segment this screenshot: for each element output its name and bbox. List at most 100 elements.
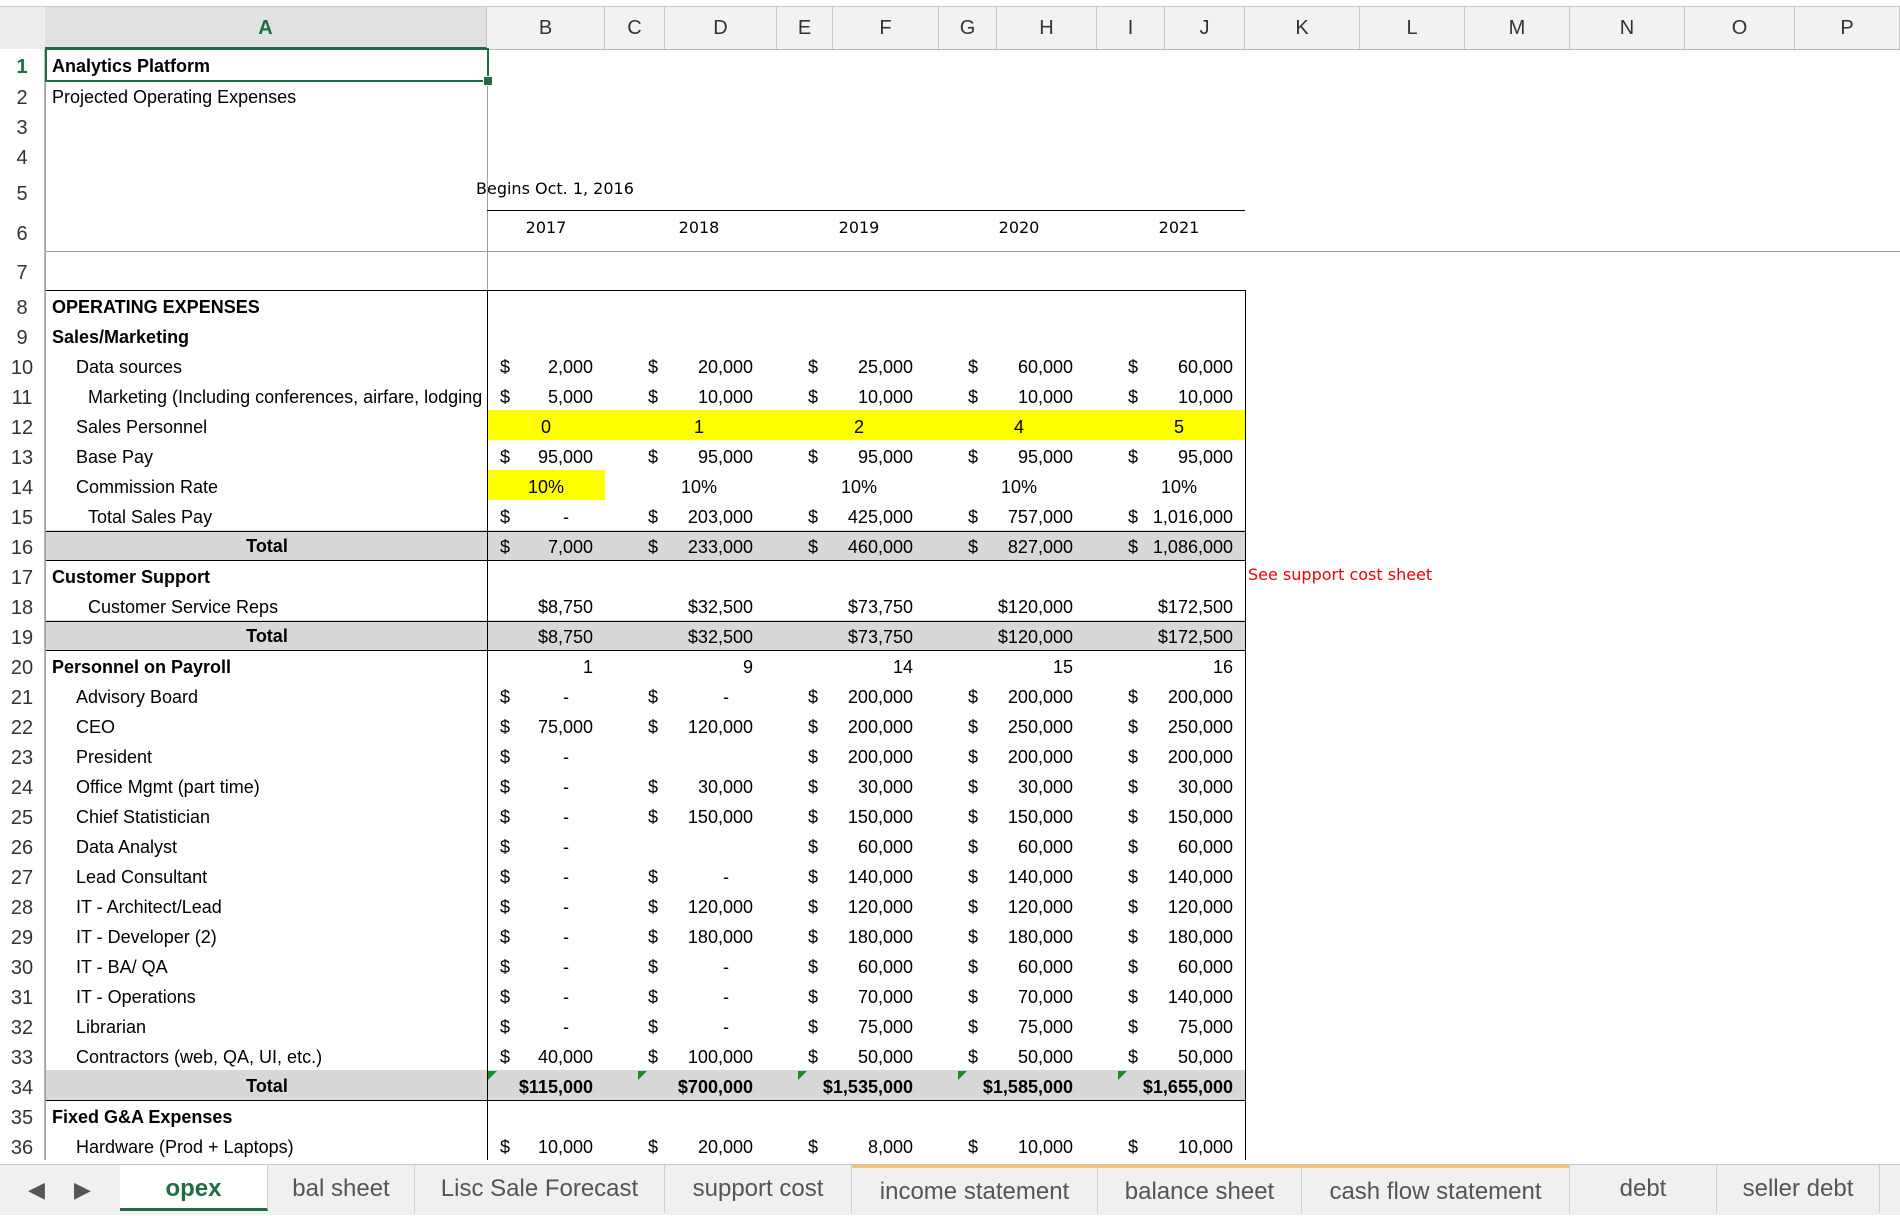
- value-cell[interactable]: 180,000: [783, 920, 913, 950]
- value-cell[interactable]: 16: [1083, 650, 1233, 680]
- column-header-c[interactable]: C: [605, 7, 665, 49]
- commission-rate[interactable]: 10%: [809, 470, 909, 500]
- value-cell[interactable]: 60,000: [783, 830, 913, 860]
- sheet-tab-debt[interactable]: debt: [1570, 1165, 1717, 1213]
- row-header-22[interactable]: 22: [0, 710, 45, 740]
- value-cell[interactable]: 140,000: [1103, 860, 1233, 890]
- column-header-j[interactable]: J: [1165, 7, 1245, 49]
- sales-personnel-count[interactable]: 0: [496, 410, 596, 440]
- next-sheet-icon[interactable]: ▶: [74, 1177, 91, 1203]
- value-cell[interactable]: 150,000: [943, 800, 1073, 830]
- row-header-19[interactable]: 19: [0, 620, 45, 650]
- value-cell[interactable]: $1,585,000: [923, 1070, 1073, 1100]
- value-cell[interactable]: 5,000: [463, 380, 593, 410]
- value-cell[interactable]: 10,000: [623, 380, 753, 410]
- value-cell[interactable]: 60,000: [1103, 950, 1233, 980]
- value-cell[interactable]: 150,000: [623, 800, 753, 830]
- value-cell[interactable]: 200,000: [943, 680, 1073, 710]
- value-cell[interactable]: 250,000: [1103, 710, 1233, 740]
- column-header-b[interactable]: B: [487, 7, 605, 49]
- value-cell[interactable]: 757,000: [943, 500, 1073, 530]
- value-cell[interactable]: 20,000: [623, 350, 753, 380]
- row-header-20[interactable]: 20: [0, 650, 45, 680]
- value-cell[interactable]: 25,000: [783, 350, 913, 380]
- value-cell[interactable]: 75,000: [463, 710, 593, 740]
- value-cell[interactable]: 200,000: [783, 740, 913, 770]
- value-cell[interactable]: 75,000: [783, 1010, 913, 1040]
- value-cell[interactable]: 200,000: [783, 710, 913, 740]
- value-cell[interactable]: -: [439, 500, 569, 530]
- row-header-8[interactable]: 8: [0, 290, 45, 320]
- sheet-tab-balance-sheet[interactable]: balance sheet: [1098, 1165, 1302, 1213]
- value-cell[interactable]: $1,655,000: [1083, 1070, 1233, 1100]
- sheet-tab-bal-sheet[interactable]: bal sheet: [268, 1165, 415, 1213]
- value-cell[interactable]: 460,000: [783, 530, 913, 560]
- column-header-l[interactable]: L: [1360, 7, 1465, 49]
- row-header-23[interactable]: 23: [0, 740, 45, 770]
- column-header-m[interactable]: M: [1465, 7, 1570, 49]
- column-header-n[interactable]: N: [1570, 7, 1685, 49]
- commission-rate[interactable]: 10%: [1129, 470, 1229, 500]
- value-cell[interactable]: $73,750: [763, 590, 913, 620]
- value-cell[interactable]: $73,750: [763, 620, 913, 650]
- value-cell[interactable]: -: [599, 950, 729, 980]
- row-header-36[interactable]: 36: [0, 1130, 45, 1160]
- value-cell[interactable]: 140,000: [783, 860, 913, 890]
- sheet-tab-income-statement[interactable]: income statement: [852, 1165, 1098, 1213]
- value-cell[interactable]: 140,000: [943, 860, 1073, 890]
- value-cell[interactable]: -: [439, 890, 569, 920]
- value-cell[interactable]: 95,000: [1103, 440, 1233, 470]
- row-header-34[interactable]: 34: [0, 1070, 45, 1100]
- row-header-28[interactable]: 28: [0, 890, 45, 920]
- row-header-21[interactable]: 21: [0, 680, 45, 710]
- column-header-h[interactable]: H: [997, 7, 1097, 49]
- value-cell[interactable]: 120,000: [783, 890, 913, 920]
- value-cell[interactable]: 150,000: [783, 800, 913, 830]
- value-cell[interactable]: 180,000: [623, 920, 753, 950]
- value-cell[interactable]: 30,000: [1103, 770, 1233, 800]
- column-header-k[interactable]: K: [1245, 7, 1360, 49]
- column-header-d[interactable]: D: [665, 7, 777, 49]
- column-header-e[interactable]: E: [777, 7, 833, 49]
- sheet-tab-lisc-sale-forecast[interactable]: Lisc Sale Forecast: [415, 1165, 665, 1213]
- value-cell[interactable]: 30,000: [943, 770, 1073, 800]
- value-cell[interactable]: -: [439, 680, 569, 710]
- sheet-tab-cash-flow-statement[interactable]: cash flow statement: [1302, 1165, 1570, 1213]
- row-header-2[interactable]: 2: [0, 80, 45, 110]
- value-cell[interactable]: 120,000: [1103, 890, 1233, 920]
- value-cell[interactable]: -: [439, 830, 569, 860]
- row-header-7[interactable]: 7: [0, 251, 45, 290]
- value-cell[interactable]: -: [439, 800, 569, 830]
- sales-personnel-count[interactable]: 4: [969, 410, 1069, 440]
- value-cell[interactable]: -: [439, 740, 569, 770]
- value-cell[interactable]: -: [599, 1010, 729, 1040]
- row-header-33[interactable]: 33: [0, 1040, 45, 1070]
- column-header-g[interactable]: G: [939, 7, 997, 49]
- row-header-29[interactable]: 29: [0, 920, 45, 950]
- value-cell[interactable]: $32,500: [603, 590, 753, 620]
- select-all-corner[interactable]: [0, 7, 46, 49]
- value-cell[interactable]: -: [599, 980, 729, 1010]
- value-cell[interactable]: 10,000: [1103, 1130, 1233, 1160]
- row-header-14[interactable]: 14: [0, 470, 45, 500]
- row-header-17[interactable]: 17: [0, 560, 45, 590]
- value-cell[interactable]: 200,000: [783, 680, 913, 710]
- commission-rate[interactable]: 10%: [969, 470, 1069, 500]
- row-header-5[interactable]: 5: [0, 171, 45, 211]
- row-header-4[interactable]: 4: [0, 140, 45, 171]
- value-cell[interactable]: 120,000: [943, 890, 1073, 920]
- value-cell[interactable]: 15: [923, 650, 1073, 680]
- row-header-27[interactable]: 27: [0, 860, 45, 890]
- value-cell[interactable]: 425,000: [783, 500, 913, 530]
- value-cell[interactable]: 60,000: [943, 350, 1073, 380]
- column-header-a[interactable]: A: [45, 7, 487, 49]
- value-cell[interactable]: 10,000: [943, 1130, 1073, 1160]
- value-cell[interactable]: 75,000: [943, 1010, 1073, 1040]
- row-header-32[interactable]: 32: [0, 1010, 45, 1040]
- row-header-12[interactable]: 12: [0, 410, 45, 440]
- value-cell[interactable]: 180,000: [1103, 920, 1233, 950]
- spreadsheet-grid[interactable]: ABCDEFGHIJKLMNOP 1 2 3 4 5 6 7 8 9 10 11 12 13 14 15 16…: [0, 0, 1900, 1164]
- value-cell[interactable]: 9: [603, 650, 753, 680]
- value-cell[interactable]: 203,000: [623, 500, 753, 530]
- value-cell[interactable]: 60,000: [1103, 350, 1233, 380]
